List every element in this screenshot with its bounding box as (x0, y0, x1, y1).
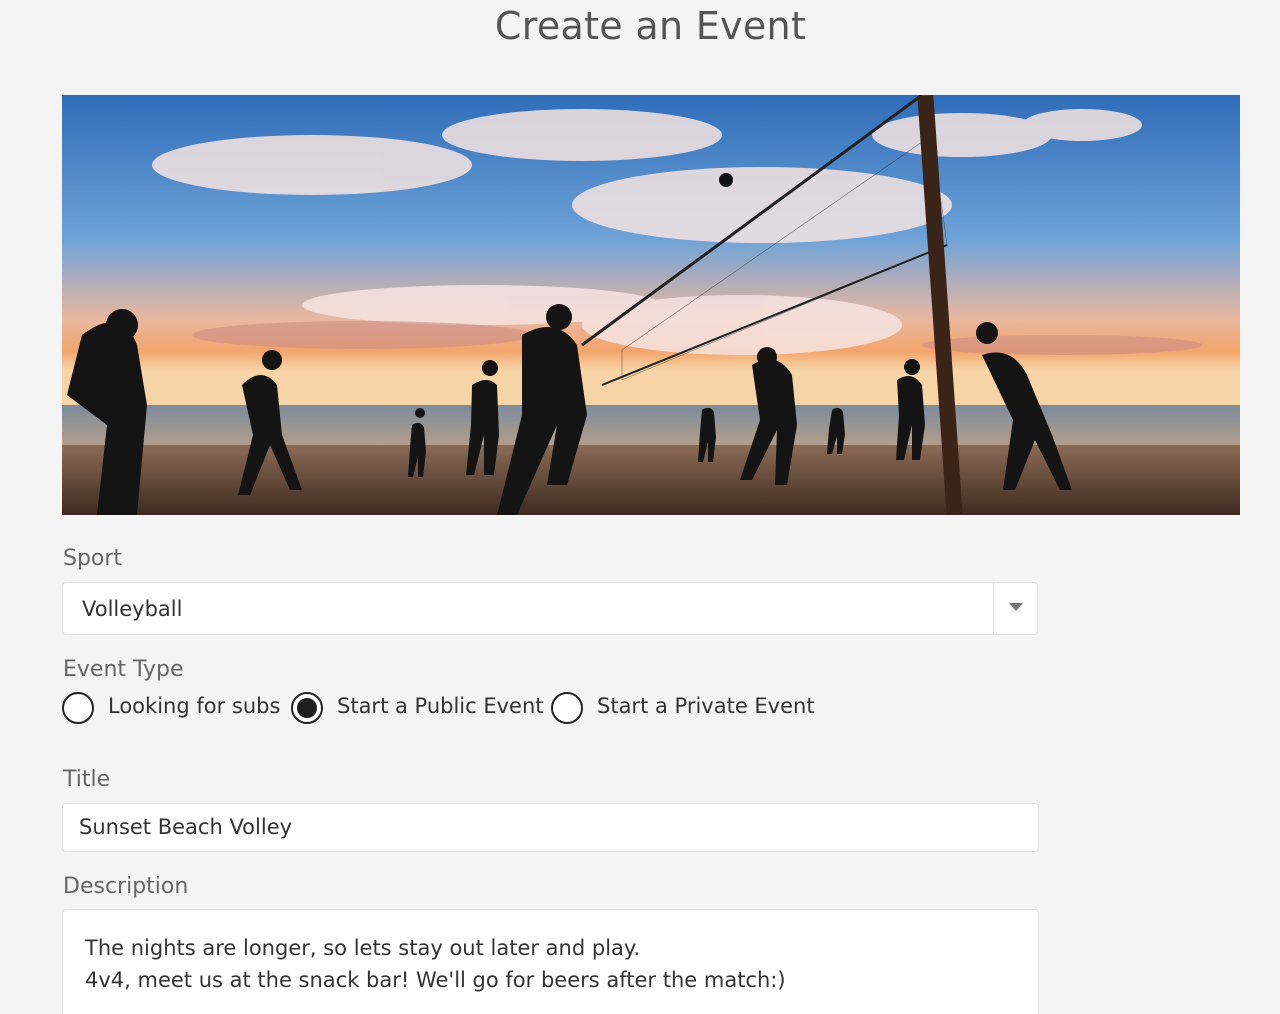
title-label: Title (63, 767, 111, 792)
description-textarea[interactable]: The nights are longer, so lets stay out … (62, 909, 1039, 1014)
sport-selected-value: Volleyball (82, 597, 183, 621)
beach-volleyball-photo (62, 95, 1240, 515)
sport-select[interactable]: Volleyball (62, 582, 1038, 635)
title-input[interactable]: Sunset Beach Volley (62, 803, 1039, 852)
radio-unchecked-icon[interactable] (551, 692, 583, 724)
sport-label: Sport (63, 546, 123, 571)
description-label: Description (63, 874, 189, 899)
radio-label: Looking for subs (108, 694, 281, 718)
radio-unchecked-icon[interactable] (62, 692, 94, 724)
description-line: 4v4, meet us at the snack bar! We'll go … (85, 968, 786, 992)
title-input-value: Sunset Beach Volley (79, 815, 293, 839)
radio-label: Start a Private Event (597, 694, 815, 718)
chevron-down-icon[interactable] (1009, 603, 1023, 611)
hero-image (62, 95, 1240, 515)
radio-label: Start a Public Event (337, 694, 544, 718)
event-type-label: Event Type (63, 657, 184, 682)
radio-checked-icon[interactable] (291, 692, 323, 724)
description-line: The nights are longer, so lets stay out … (85, 936, 641, 960)
page-title: Create an Event (494, 4, 807, 48)
select-divider (993, 583, 994, 634)
